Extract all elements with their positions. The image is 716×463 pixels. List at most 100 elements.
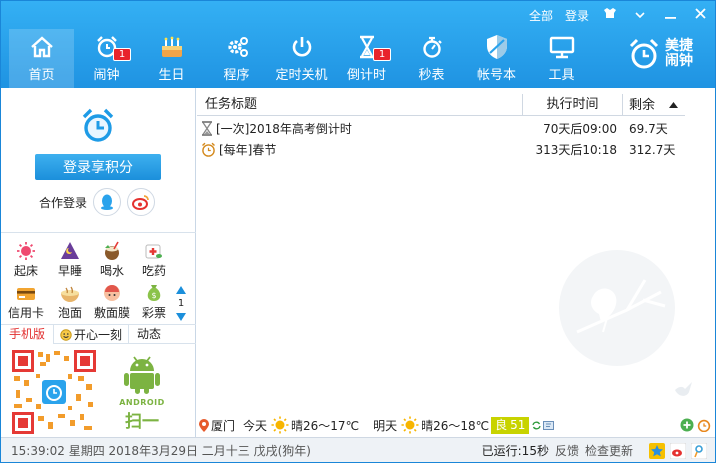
nav-program[interactable]: 程序 [204, 29, 269, 88]
alarm-badge: 1 [113, 48, 131, 61]
minimize-icon[interactable] [655, 8, 685, 23]
tab-jokes[interactable]: 开心一刻 [54, 325, 130, 344]
alarm-add-icon[interactable] [697, 418, 711, 432]
main-window: 全部 登录 首页 1 闹钟 生日 程序 定时关机 1 倒计时 秒表 帐号本 工具… [0, 0, 716, 463]
nav-countdown[interactable]: 1 倒计时 [334, 29, 399, 88]
column-title[interactable]: 任务标题 [197, 94, 523, 116]
weather-today-label: 今天 [243, 418, 268, 433]
tool-label: 吃药 [141, 264, 166, 278]
tool-sleep-early[interactable]: 早睡 [51, 239, 89, 279]
column-remain[interactable]: 剩余 [623, 94, 685, 116]
refresh-icon[interactable] [532, 421, 542, 430]
skin-icon[interactable] [595, 7, 625, 23]
weather-bar: 厦门 今天 晴26～17℃ 明天 晴26～18℃ 良 51 [197, 414, 715, 436]
pager-number: 1 [177, 298, 185, 309]
all-link[interactable]: 全部 [523, 7, 559, 24]
qq-icon [101, 194, 114, 210]
user-avatar [81, 108, 115, 147]
tool-credit-card[interactable]: 信用卡 [7, 281, 45, 321]
android-logo: ANDROID [117, 351, 167, 407]
brand-logo: 美捷 闹钟 [627, 37, 705, 71]
task-time: 70天后09:00 [543, 122, 617, 136]
qq-login-button[interactable] [93, 188, 122, 216]
left-tabs: 手机版 开心一刻 动态 [1, 324, 196, 344]
brand-line2: 闹钟 [665, 53, 693, 69]
brand-line1: 美捷 [665, 38, 693, 54]
coconut-icon [93, 239, 131, 261]
tab-news[interactable]: 动态 [129, 325, 169, 344]
android-wordmark: ANDROID [119, 398, 165, 407]
tencent-weibo-icon[interactable] [691, 442, 707, 459]
tool-label: 早睡 [57, 264, 82, 278]
qr-code-icon[interactable] [12, 350, 96, 434]
credit-card-icon [7, 281, 45, 303]
smiley-icon [60, 328, 72, 341]
header: 全部 登录 首页 1 闹钟 生日 程序 定时关机 1 倒计时 秒表 帐号本 工具… [1, 1, 715, 88]
tool-label: 彩票 [141, 306, 166, 320]
nav-birthday[interactable]: 生日 [139, 29, 204, 88]
task-remain: 312.7天 [629, 143, 676, 157]
task-list-panel: 任务标题 执行时间 剩余 [一次]2018年高考倒计时 70天后09:00 69… [197, 88, 715, 437]
top-bar: 全部 登录 [523, 1, 715, 29]
tool-label: 泡面 [57, 306, 82, 320]
tool-lottery[interactable]: $ 彩票 [135, 281, 173, 321]
nav-stopwatch[interactable]: 秒表 [399, 29, 464, 88]
sun-icon [7, 239, 45, 261]
tool-instant-noodles[interactable]: 泡面 [51, 281, 89, 321]
aqi-value: 51 [510, 417, 526, 432]
tool-wake-up[interactable]: 起床 [7, 239, 45, 279]
alarm-clock-logo-icon [629, 38, 659, 69]
nav-label: 首页 [28, 68, 55, 83]
task-row[interactable]: [每年]春节 313天后10:18 312.7天 [197, 139, 685, 160]
pager-down-button[interactable] [174, 310, 188, 324]
tab-mobile[interactable]: 手机版 [1, 325, 55, 344]
brand-text: 美捷 闹钟 [665, 39, 705, 69]
small-bird-icon [675, 382, 692, 396]
cake-icon [139, 35, 204, 59]
moon-icon [51, 239, 89, 261]
tool-label: 敷面膜 [93, 306, 130, 320]
menu-icon[interactable] [625, 8, 655, 23]
nav-label: 定时关机 [275, 68, 328, 83]
power-icon [269, 35, 334, 59]
gear-icon [204, 35, 269, 59]
tool-drink-water[interactable]: 喝水 [93, 239, 131, 279]
aqi-badge[interactable]: 良 51 [491, 416, 530, 434]
login-link[interactable]: 登录 [559, 7, 595, 24]
tool-face-mask[interactable]: 敷面膜 [93, 281, 131, 321]
partner-login: 合作登录 [39, 188, 156, 216]
weather-today: 晴26～17℃ [291, 418, 360, 433]
check-update-link[interactable]: 检查更新 [585, 442, 633, 459]
tool-take-medicine[interactable]: 吃药 [135, 239, 173, 279]
aqi-label: 良 [495, 417, 508, 432]
task-list-header: 任务标题 执行时间 剩余 [197, 94, 685, 116]
main-nav: 首页 1 闹钟 生日 程序 定时关机 1 倒计时 秒表 帐号本 工具 [9, 29, 594, 88]
nav-account-book[interactable]: 帐号本 [464, 29, 529, 88]
task-remain: 69.7天 [629, 122, 668, 136]
nav-alarm[interactable]: 1 闹钟 [74, 29, 139, 88]
nav-tools[interactable]: 工具 [529, 29, 594, 88]
monitor-icon [529, 35, 594, 59]
weibo-login-button[interactable] [127, 188, 156, 216]
add-task-icon[interactable] [680, 418, 694, 432]
feedback-link[interactable]: 反馈 [555, 442, 579, 459]
nav-label: 帐号本 [476, 68, 516, 83]
weather-city[interactable]: 厦门 [211, 417, 235, 434]
login-points-button[interactable]: 登录享积分 [35, 154, 161, 180]
countdown-badge: 1 [373, 48, 391, 61]
close-icon[interactable] [685, 7, 715, 23]
partner-login-label: 合作登录 [39, 195, 88, 210]
tab-jokes-label: 开心一刻 [74, 327, 123, 342]
qzone-icon[interactable] [649, 442, 665, 459]
pager-up-button[interactable] [174, 283, 188, 297]
weibo-share-icon[interactable] [670, 442, 686, 459]
hourglass-icon [202, 121, 212, 136]
nav-home[interactable]: 首页 [9, 29, 74, 88]
nav-shutdown[interactable]: 定时关机 [269, 29, 334, 88]
weather-detail-icon[interactable] [543, 420, 555, 430]
nav-label: 程序 [223, 68, 250, 83]
location-pin-icon [199, 418, 209, 432]
task-row[interactable]: [一次]2018年高考倒计时 70天后09:00 69.7天 [197, 118, 685, 139]
status-bar: 15:39:02 星期四 2018年3月29日 二月十三 戊戌(狗年) 已运行:… [1, 437, 715, 462]
column-time[interactable]: 执行时间 [523, 94, 623, 116]
